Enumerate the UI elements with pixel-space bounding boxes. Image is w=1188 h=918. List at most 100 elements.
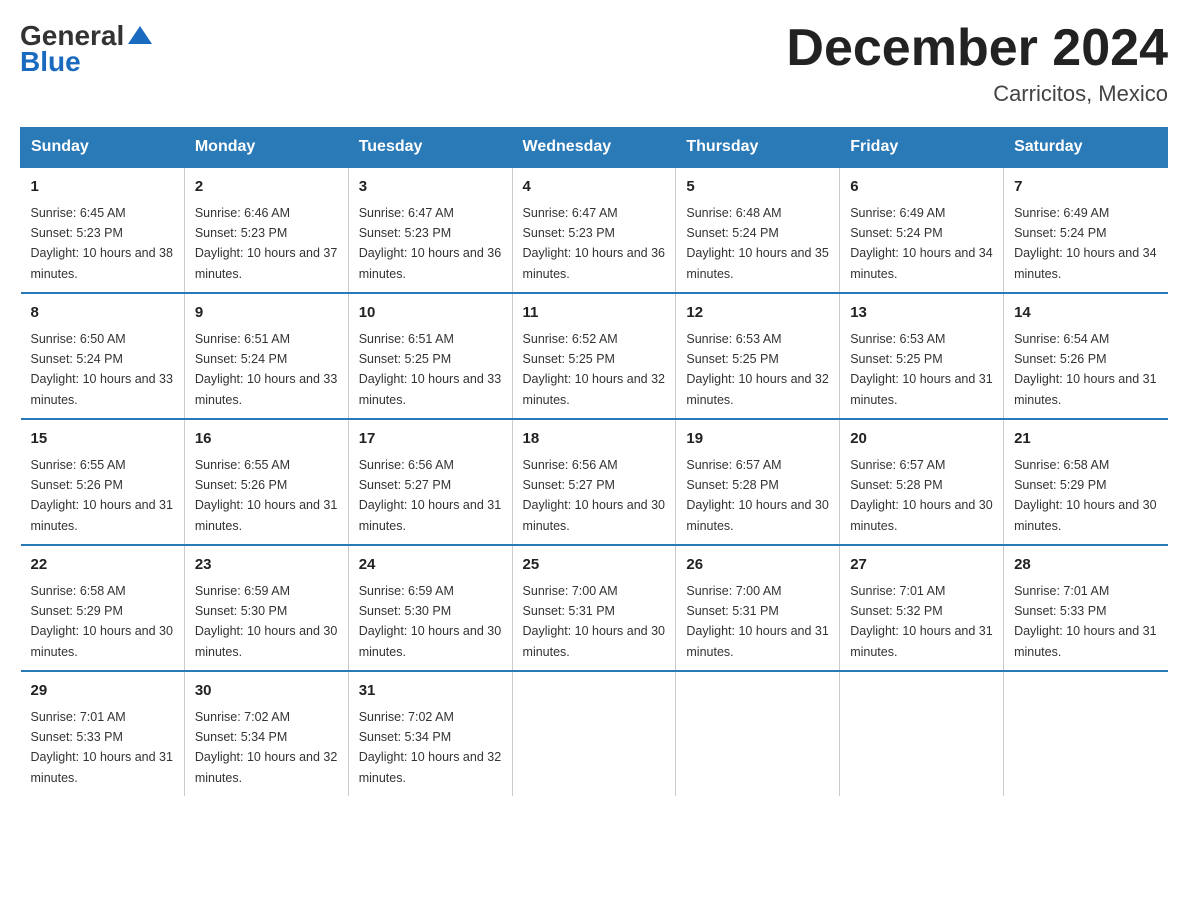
calendar-cell: 9 Sunrise: 6:51 AMSunset: 5:24 PMDayligh… [184, 293, 348, 419]
day-number: 23 [195, 554, 338, 577]
day-info: Sunrise: 6:53 AMSunset: 5:25 PMDaylight:… [850, 332, 992, 407]
day-info: Sunrise: 6:48 AMSunset: 5:24 PMDaylight:… [686, 206, 828, 281]
calendar-cell: 17 Sunrise: 6:56 AMSunset: 5:27 PMDaylig… [348, 419, 512, 545]
day-number: 21 [1014, 428, 1157, 451]
header-saturday: Saturday [1004, 128, 1168, 168]
day-number: 10 [359, 302, 502, 325]
logo-blue-text: Blue [20, 46, 81, 78]
calendar-cell: 18 Sunrise: 6:56 AMSunset: 5:27 PMDaylig… [512, 419, 676, 545]
calendar-cell: 25 Sunrise: 7:00 AMSunset: 5:31 PMDaylig… [512, 545, 676, 671]
day-info: Sunrise: 6:58 AMSunset: 5:29 PMDaylight:… [1014, 458, 1156, 533]
day-number: 25 [523, 554, 666, 577]
day-number: 24 [359, 554, 502, 577]
calendar-cell: 21 Sunrise: 6:58 AMSunset: 5:29 PMDaylig… [1004, 419, 1168, 545]
day-info: Sunrise: 6:49 AMSunset: 5:24 PMDaylight:… [1014, 206, 1156, 281]
day-info: Sunrise: 6:56 AMSunset: 5:27 PMDaylight:… [523, 458, 665, 533]
header-tuesday: Tuesday [348, 128, 512, 168]
day-number: 2 [195, 176, 338, 199]
day-number: 16 [195, 428, 338, 451]
weekday-header-row: Sunday Monday Tuesday Wednesday Thursday… [21, 128, 1168, 168]
day-info: Sunrise: 6:55 AMSunset: 5:26 PMDaylight:… [31, 458, 173, 533]
calendar-cell: 16 Sunrise: 6:55 AMSunset: 5:26 PMDaylig… [184, 419, 348, 545]
calendar-cell [840, 671, 1004, 796]
day-info: Sunrise: 6:51 AMSunset: 5:25 PMDaylight:… [359, 332, 501, 407]
day-info: Sunrise: 7:01 AMSunset: 5:33 PMDaylight:… [31, 710, 173, 785]
calendar-cell: 28 Sunrise: 7:01 AMSunset: 5:33 PMDaylig… [1004, 545, 1168, 671]
calendar-cell: 8 Sunrise: 6:50 AMSunset: 5:24 PMDayligh… [21, 293, 185, 419]
calendar-cell: 19 Sunrise: 6:57 AMSunset: 5:28 PMDaylig… [676, 419, 840, 545]
week-row-3: 15 Sunrise: 6:55 AMSunset: 5:26 PMDaylig… [21, 419, 1168, 545]
day-number: 17 [359, 428, 502, 451]
calendar-cell: 5 Sunrise: 6:48 AMSunset: 5:24 PMDayligh… [676, 167, 840, 293]
day-info: Sunrise: 6:51 AMSunset: 5:24 PMDaylight:… [195, 332, 337, 407]
day-info: Sunrise: 6:59 AMSunset: 5:30 PMDaylight:… [195, 584, 337, 659]
calendar-cell: 20 Sunrise: 6:57 AMSunset: 5:28 PMDaylig… [840, 419, 1004, 545]
calendar-cell: 30 Sunrise: 7:02 AMSunset: 5:34 PMDaylig… [184, 671, 348, 796]
calendar-cell: 3 Sunrise: 6:47 AMSunset: 5:23 PMDayligh… [348, 167, 512, 293]
day-number: 29 [31, 680, 174, 703]
day-info: Sunrise: 7:02 AMSunset: 5:34 PMDaylight:… [195, 710, 337, 785]
calendar-cell: 27 Sunrise: 7:01 AMSunset: 5:32 PMDaylig… [840, 545, 1004, 671]
calendar-table: Sunday Monday Tuesday Wednesday Thursday… [20, 127, 1168, 796]
day-info: Sunrise: 7:02 AMSunset: 5:34 PMDaylight:… [359, 710, 501, 785]
day-number: 6 [850, 176, 993, 199]
day-number: 28 [1014, 554, 1157, 577]
day-info: Sunrise: 7:01 AMSunset: 5:33 PMDaylight:… [1014, 584, 1156, 659]
day-number: 30 [195, 680, 338, 703]
calendar-cell [676, 671, 840, 796]
title-section: December 2024 Carricitos, Mexico [786, 20, 1168, 107]
day-info: Sunrise: 6:57 AMSunset: 5:28 PMDaylight:… [686, 458, 828, 533]
day-number: 15 [31, 428, 174, 451]
calendar-cell: 10 Sunrise: 6:51 AMSunset: 5:25 PMDaylig… [348, 293, 512, 419]
day-info: Sunrise: 7:01 AMSunset: 5:32 PMDaylight:… [850, 584, 992, 659]
calendar-cell: 6 Sunrise: 6:49 AMSunset: 5:24 PMDayligh… [840, 167, 1004, 293]
week-row-1: 1 Sunrise: 6:45 AMSunset: 5:23 PMDayligh… [21, 167, 1168, 293]
header-monday: Monday [184, 128, 348, 168]
calendar-cell: 22 Sunrise: 6:58 AMSunset: 5:29 PMDaylig… [21, 545, 185, 671]
day-info: Sunrise: 6:45 AMSunset: 5:23 PMDaylight:… [31, 206, 173, 281]
day-number: 8 [31, 302, 174, 325]
day-info: Sunrise: 6:59 AMSunset: 5:30 PMDaylight:… [359, 584, 501, 659]
day-number: 11 [523, 302, 666, 325]
page-header: General Blue December 2024 Carricitos, M… [20, 20, 1168, 107]
calendar-cell: 24 Sunrise: 6:59 AMSunset: 5:30 PMDaylig… [348, 545, 512, 671]
day-number: 4 [523, 176, 666, 199]
day-info: Sunrise: 6:49 AMSunset: 5:24 PMDaylight:… [850, 206, 992, 281]
header-thursday: Thursday [676, 128, 840, 168]
calendar-cell: 15 Sunrise: 6:55 AMSunset: 5:26 PMDaylig… [21, 419, 185, 545]
day-number: 20 [850, 428, 993, 451]
day-number: 3 [359, 176, 502, 199]
day-number: 27 [850, 554, 993, 577]
calendar-cell: 11 Sunrise: 6:52 AMSunset: 5:25 PMDaylig… [512, 293, 676, 419]
header-friday: Friday [840, 128, 1004, 168]
day-info: Sunrise: 6:55 AMSunset: 5:26 PMDaylight:… [195, 458, 337, 533]
day-number: 9 [195, 302, 338, 325]
day-info: Sunrise: 6:46 AMSunset: 5:23 PMDaylight:… [195, 206, 337, 281]
day-number: 18 [523, 428, 666, 451]
day-info: Sunrise: 6:57 AMSunset: 5:28 PMDaylight:… [850, 458, 992, 533]
day-number: 22 [31, 554, 174, 577]
calendar-cell: 2 Sunrise: 6:46 AMSunset: 5:23 PMDayligh… [184, 167, 348, 293]
calendar-cell: 14 Sunrise: 6:54 AMSunset: 5:26 PMDaylig… [1004, 293, 1168, 419]
calendar-cell: 29 Sunrise: 7:01 AMSunset: 5:33 PMDaylig… [21, 671, 185, 796]
main-title: December 2024 [786, 20, 1168, 77]
calendar-cell: 4 Sunrise: 6:47 AMSunset: 5:23 PMDayligh… [512, 167, 676, 293]
calendar-cell [512, 671, 676, 796]
calendar-cell: 13 Sunrise: 6:53 AMSunset: 5:25 PMDaylig… [840, 293, 1004, 419]
calendar-cell: 1 Sunrise: 6:45 AMSunset: 5:23 PMDayligh… [21, 167, 185, 293]
day-number: 7 [1014, 176, 1157, 199]
logo: General Blue [20, 20, 154, 78]
day-number: 12 [686, 302, 829, 325]
day-info: Sunrise: 6:47 AMSunset: 5:23 PMDaylight:… [359, 206, 501, 281]
subtitle: Carricitos, Mexico [786, 81, 1168, 107]
day-info: Sunrise: 6:52 AMSunset: 5:25 PMDaylight:… [523, 332, 665, 407]
calendar-cell: 12 Sunrise: 6:53 AMSunset: 5:25 PMDaylig… [676, 293, 840, 419]
calendar-cell: 26 Sunrise: 7:00 AMSunset: 5:31 PMDaylig… [676, 545, 840, 671]
day-info: Sunrise: 6:53 AMSunset: 5:25 PMDaylight:… [686, 332, 828, 407]
header-wednesday: Wednesday [512, 128, 676, 168]
day-number: 14 [1014, 302, 1157, 325]
day-info: Sunrise: 6:54 AMSunset: 5:26 PMDaylight:… [1014, 332, 1156, 407]
calendar-cell: 31 Sunrise: 7:02 AMSunset: 5:34 PMDaylig… [348, 671, 512, 796]
day-info: Sunrise: 6:47 AMSunset: 5:23 PMDaylight:… [523, 206, 665, 281]
day-info: Sunrise: 7:00 AMSunset: 5:31 PMDaylight:… [523, 584, 665, 659]
